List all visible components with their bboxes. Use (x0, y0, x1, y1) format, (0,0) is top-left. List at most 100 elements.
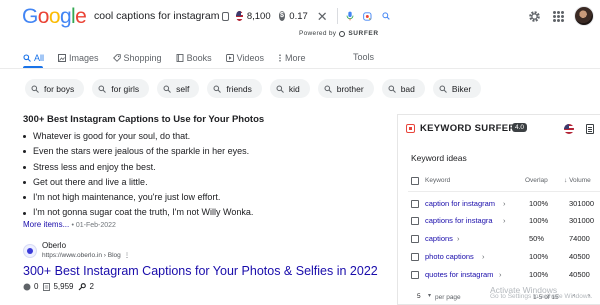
avatar[interactable] (574, 6, 594, 26)
tab-shopping[interactable]: Shopping (112, 51, 162, 65)
tab-videos[interactable]: Videos (225, 51, 264, 65)
tab-label: More (284, 53, 306, 63)
column-keyword[interactable]: Keyword (425, 177, 450, 184)
result-source[interactable]: Oberlo (42, 241, 66, 250)
version-badge: 4.0 (512, 123, 528, 132)
chip-label: bad (400, 83, 415, 94)
list-item: Even the stars were jealous of the spark… (23, 144, 253, 159)
search-icon (98, 85, 107, 93)
list-item: I'm not high maintenance, you're just lo… (23, 190, 253, 205)
surfer-logo-icon (339, 30, 346, 37)
more-items-link[interactable]: More items... (23, 220, 69, 229)
snippet-more: More items... • 01-Feb-2022 (23, 220, 116, 229)
country-flag-icon[interactable] (564, 124, 574, 134)
table-row: caption for instagram › 100% 301000 (398, 196, 600, 214)
gear-icon[interactable] (528, 10, 541, 23)
cpc-dollar-icon: $ (278, 11, 286, 21)
keyword-ideas-heading: Keyword ideas (411, 153, 467, 163)
header-divider (408, 191, 600, 192)
row-checkbox[interactable] (411, 235, 419, 243)
document-icon[interactable] (586, 124, 594, 134)
chip-label: Biker (451, 83, 472, 94)
links-value: 2 (89, 282, 94, 291)
chip-friends[interactable]: friends (207, 79, 262, 98)
google-logo[interactable]: Google (22, 5, 87, 29)
chip-for-girls[interactable]: for girls (92, 79, 150, 98)
clear-search-icon[interactable]: ✕ (317, 10, 328, 23)
select-all-checkbox[interactable] (411, 177, 419, 185)
refinement-chips: for boys for girls self friends kid brot… (25, 79, 489, 98)
row-checkbox[interactable] (411, 217, 419, 225)
chevron-right-icon[interactable]: › (503, 199, 506, 208)
result-menu-icon[interactable]: ⋮ (124, 252, 131, 259)
tab-books[interactable]: Books (176, 51, 212, 65)
microphone-icon[interactable] (346, 9, 354, 23)
similarity-value: 50% (529, 234, 545, 243)
keyword-link[interactable]: photo captions (425, 252, 474, 261)
tab-all[interactable]: All (23, 51, 44, 65)
site-favicon-icon (23, 244, 37, 258)
chip-biker[interactable]: Biker (432, 79, 482, 98)
google-lens-icon[interactable] (363, 10, 372, 23)
row-checkbox[interactable] (411, 253, 419, 261)
tab-more[interactable]: More (278, 51, 306, 65)
powered-by-surfer: Powered by SURFER (299, 30, 379, 37)
chip-brother[interactable]: brother (317, 79, 374, 98)
table-row: captions for instagra › 100% 301000 (398, 213, 600, 231)
per-page-label: per page (435, 294, 461, 301)
chip-label: for boys (44, 83, 75, 94)
chevron-right-icon[interactable]: › (503, 216, 506, 225)
chevron-right-icon[interactable]: › (499, 270, 502, 279)
row-checkbox[interactable] (411, 271, 419, 279)
column-volume[interactable]: ↓ Volume (564, 177, 591, 184)
keyword-link[interactable]: captions for instagra (425, 216, 493, 225)
volume-value: 301000 (569, 216, 595, 225)
us-flag-icon (236, 11, 243, 21)
search-icon (23, 54, 31, 62)
chip-label: for girls (111, 83, 140, 94)
search-checkbox[interactable] (222, 11, 230, 21)
tab-label: Shopping (123, 53, 162, 63)
column-similarity[interactable]: Overlap (525, 177, 548, 184)
apps-grid-icon[interactable] (553, 11, 564, 22)
chip-kid[interactable]: kid (269, 79, 310, 98)
traffic-value: 0 (34, 282, 39, 291)
keyword-surfer-logo-icon (406, 124, 415, 133)
row-checkbox[interactable] (411, 200, 419, 208)
chevron-right-icon[interactable]: › (482, 252, 485, 261)
result-url[interactable]: https://www.oberlo.in › Blog ⋮ (42, 251, 130, 259)
result-metrics: 0 5,959 2 (23, 282, 99, 291)
keyword-link[interactable]: captions (425, 234, 453, 243)
search-icon[interactable] (382, 10, 390, 22)
chip-label: friends (226, 83, 252, 94)
chip-self[interactable]: self (157, 79, 200, 98)
keyword-surfer-title: KEYWORD SURFER (420, 123, 516, 134)
chip-bad[interactable]: bad (381, 79, 425, 98)
tab-label: Books (186, 53, 212, 63)
similarity-value: 100% (529, 270, 549, 279)
keyword-surfer-panel: KEYWORD SURFER 4.0 Keyword ideas Keyword… (397, 114, 600, 305)
search-input[interactable]: cool captions for instagram (94, 10, 219, 22)
chip-for-boys[interactable]: for boys (25, 79, 85, 98)
chip-label: kid (288, 83, 300, 94)
similarity-value: 100% (529, 199, 549, 208)
volume-value: 74000 (569, 234, 590, 243)
search-icon (213, 85, 222, 93)
tools-button[interactable]: Tools (353, 52, 374, 62)
list-item: Stress less and enjoy the best. (23, 160, 253, 175)
list-item: I'm not gonna sugar coat the truth, I'm … (23, 205, 253, 220)
keyword-link[interactable]: caption for instagram (425, 199, 495, 208)
search-icon (31, 85, 39, 93)
result-title-link[interactable]: 300+ Best Instagram Captions for Your Ph… (23, 264, 378, 278)
snippet-date: • 01-Feb-2022 (71, 222, 116, 229)
volume-value: 40500 (569, 252, 590, 261)
chevron-right-icon[interactable]: › (457, 234, 460, 243)
chevron-down-icon[interactable]: ▾ (428, 292, 431, 299)
tab-images[interactable]: Images (58, 51, 99, 65)
search-icon (163, 85, 171, 93)
snippet-title: 300+ Best Instagram Captions to Use for … (23, 114, 265, 125)
keyword-link[interactable]: quotes for instagram (425, 270, 493, 279)
per-page-select[interactable]: 5 (417, 293, 421, 300)
watermark-line2: Go to Settings to activate Windows. (490, 293, 593, 300)
search-bar[interactable]: cool captions for instagram 8,100 $ 0.17… (94, 4, 390, 28)
